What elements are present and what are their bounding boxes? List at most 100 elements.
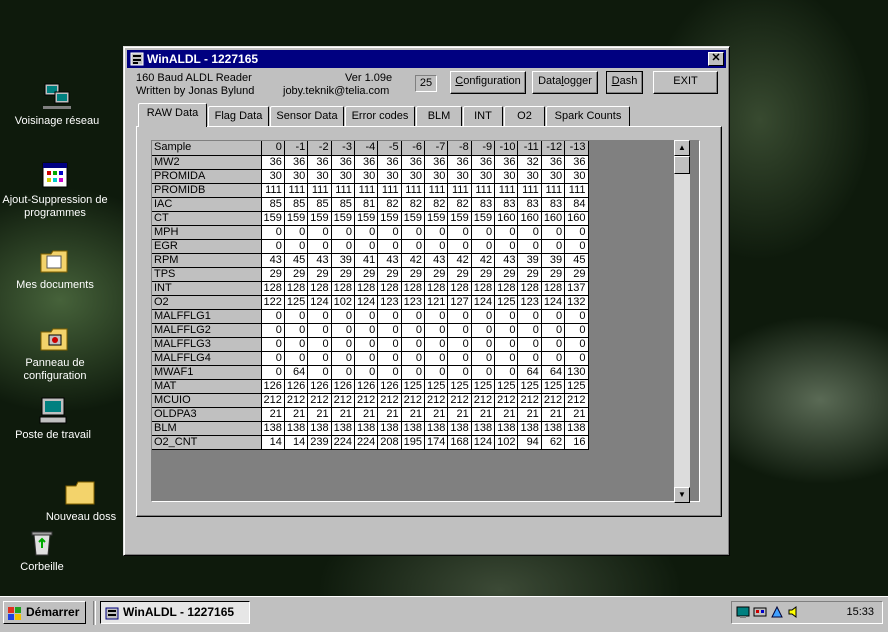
data-cell[interactable]: 36	[377, 155, 402, 170]
data-cell[interactable]: 84	[564, 197, 589, 212]
desktop-icon-corbeille[interactable]: Corbeille	[0, 528, 90, 574]
data-cell[interactable]: 0	[331, 323, 355, 338]
data-cell[interactable]: 138	[331, 421, 355, 436]
data-cell[interactable]: 0	[401, 309, 426, 324]
data-cell[interactable]: 36	[471, 155, 496, 170]
data-cell[interactable]: 29	[377, 267, 402, 282]
data-cell[interactable]: 45	[564, 253, 589, 268]
data-cell[interactable]: 30	[307, 169, 332, 184]
data-cell[interactable]: 0	[447, 365, 472, 380]
desktop-icon-poste-de-travail[interactable]: Poste de travail	[0, 396, 108, 442]
data-cell[interactable]: 36	[261, 155, 285, 170]
data-cell[interactable]: 29	[284, 267, 309, 282]
data-cell[interactable]: 111	[471, 183, 496, 198]
data-cell[interactable]: 125	[424, 379, 449, 394]
data-cell[interactable]: 122	[261, 295, 285, 310]
data-cell[interactable]: 0	[541, 323, 566, 338]
data-cell[interactable]: 0	[401, 337, 426, 352]
data-cell[interactable]: 212	[307, 393, 332, 408]
data-cell[interactable]: 160	[517, 211, 542, 226]
data-cell[interactable]: 30	[424, 169, 449, 184]
data-cell[interactable]: 128	[331, 281, 355, 296]
data-cell[interactable]: 45	[284, 253, 309, 268]
data-cell[interactable]: 0	[447, 351, 472, 366]
tab-flag-data[interactable]: Flag Data	[208, 106, 269, 126]
data-cell[interactable]: 0	[377, 225, 402, 240]
data-cell[interactable]: 0	[401, 365, 426, 380]
data-cell[interactable]: 0	[377, 309, 402, 324]
data-cell[interactable]: 128	[447, 281, 472, 296]
data-cell[interactable]: 159	[284, 211, 309, 226]
data-cell[interactable]: 0	[331, 365, 355, 380]
tab-sensor-data[interactable]: Sensor Data	[270, 106, 344, 126]
data-cell[interactable]: 159	[377, 211, 402, 226]
column-header[interactable]: -3	[331, 141, 355, 156]
data-cell[interactable]: 0	[494, 337, 519, 352]
data-cell[interactable]: 64	[284, 365, 309, 380]
close-button[interactable]: ✕	[708, 52, 724, 66]
tab-raw-data[interactable]: RAW Data	[138, 103, 207, 127]
data-cell[interactable]: 0	[261, 225, 285, 240]
data-cell[interactable]: 123	[401, 295, 426, 310]
data-cell[interactable]: 111	[307, 183, 332, 198]
data-cell[interactable]: 128	[377, 281, 402, 296]
column-header[interactable]: -11	[517, 141, 542, 156]
data-cell[interactable]: 30	[331, 169, 355, 184]
data-cell[interactable]: 0	[354, 365, 379, 380]
data-cell[interactable]: 64	[517, 365, 542, 380]
data-cell[interactable]: 36	[447, 155, 472, 170]
data-cell[interactable]: 128	[541, 281, 566, 296]
data-cell[interactable]: 224	[354, 435, 379, 450]
taskbar-winaldl-button[interactable]: WinALDL - 1227165	[100, 601, 250, 624]
column-header[interactable]: -5	[377, 141, 402, 156]
data-cell[interactable]: 111	[377, 183, 402, 198]
data-cell[interactable]: 159	[471, 211, 496, 226]
data-cell[interactable]: 64	[541, 365, 566, 380]
data-cell[interactable]: 0	[307, 365, 332, 380]
data-cell[interactable]: 138	[494, 421, 519, 436]
data-cell[interactable]: 212	[401, 393, 426, 408]
data-cell[interactable]: 0	[354, 239, 379, 254]
data-cell[interactable]: 0	[261, 365, 285, 380]
data-cell[interactable]: 0	[517, 239, 542, 254]
data-cell[interactable]: 212	[261, 393, 285, 408]
data-cell[interactable]: 82	[424, 197, 449, 212]
scroll-down-button[interactable]: ▼	[674, 487, 690, 503]
data-cell[interactable]: 212	[377, 393, 402, 408]
column-header[interactable]: -8	[447, 141, 472, 156]
data-cell[interactable]: 0	[541, 351, 566, 366]
data-cell[interactable]: 0	[377, 337, 402, 352]
data-cell[interactable]: 30	[377, 169, 402, 184]
data-cell[interactable]: 29	[541, 267, 566, 282]
data-cell[interactable]: 0	[377, 239, 402, 254]
data-cell[interactable]: 102	[494, 435, 519, 450]
tray-app-icon[interactable]	[770, 605, 784, 619]
tab-o2[interactable]: O2	[504, 106, 545, 126]
data-cell[interactable]: 82	[447, 197, 472, 212]
desktop-icon-panneau-configuration[interactable]: Panneau de configuration	[0, 324, 110, 383]
data-cell[interactable]: 42	[447, 253, 472, 268]
data-cell[interactable]: 0	[261, 351, 285, 366]
data-cell[interactable]: 0	[401, 323, 426, 338]
data-cell[interactable]: 42	[401, 253, 426, 268]
data-cell[interactable]: 29	[424, 267, 449, 282]
data-cell[interactable]: 212	[284, 393, 309, 408]
data-cell[interactable]: 21	[494, 407, 519, 422]
data-cell[interactable]: 21	[284, 407, 309, 422]
data-cell[interactable]: 126	[284, 379, 309, 394]
data-cell[interactable]: 85	[331, 197, 355, 212]
data-cell[interactable]: 126	[377, 379, 402, 394]
data-cell[interactable]: 159	[261, 211, 285, 226]
data-cell[interactable]: 36	[307, 155, 332, 170]
tab-spark-counts[interactable]: Spark Counts	[546, 106, 630, 126]
data-cell[interactable]: 128	[424, 281, 449, 296]
data-cell[interactable]: 94	[517, 435, 542, 450]
data-cell[interactable]: 36	[401, 155, 426, 170]
data-cell[interactable]: 29	[331, 267, 355, 282]
data-cell[interactable]: 0	[307, 239, 332, 254]
data-cell[interactable]: 124	[541, 295, 566, 310]
column-header[interactable]: -6	[401, 141, 426, 156]
data-cell[interactable]: 21	[517, 407, 542, 422]
data-cell[interactable]: 82	[401, 197, 426, 212]
data-cell[interactable]: 30	[284, 169, 309, 184]
